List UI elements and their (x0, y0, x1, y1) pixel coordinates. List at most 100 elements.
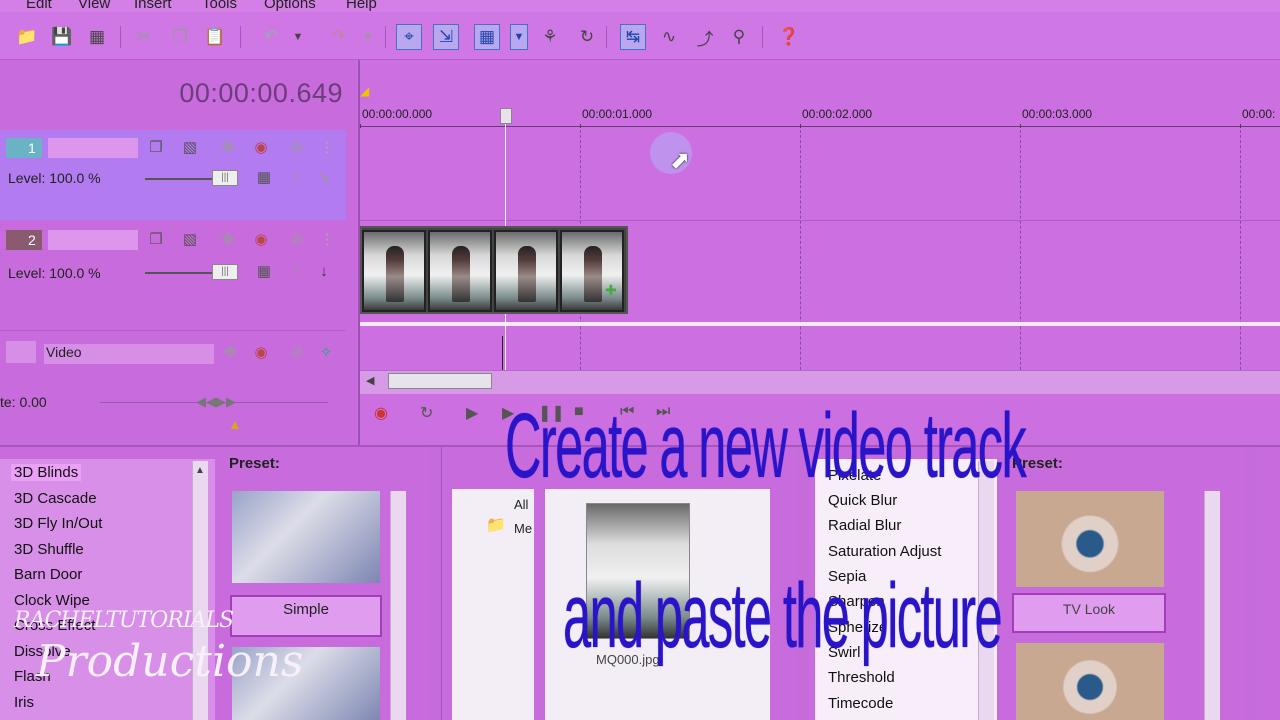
video-track-header-2[interactable]: 2 ❐ ▧ ✥ ◉ ⊘ ⋮ Level: 100.0 % ||| ▦ ↑ ↓ (0, 220, 346, 320)
motion-icon[interactable]: ❐ (146, 138, 166, 158)
track-name-input-2[interactable] (48, 230, 138, 250)
menu-help[interactable]: Help (346, 0, 377, 12)
solo-icon[interactable]: ⊘ (287, 138, 307, 158)
transition-item[interactable]: 3D Blinds (11, 464, 82, 481)
level-slider-2[interactable]: ||| (212, 264, 238, 280)
track-level-label-1: Level: 100.0 % (8, 170, 101, 186)
fx-preset-thumbnail[interactable] (1016, 643, 1164, 720)
save-icon[interactable]: 💾 (49, 24, 75, 50)
compositing-icon[interactable]: ✥ (220, 343, 240, 363)
transition-item[interactable]: 3D Shuffle (14, 541, 84, 558)
track-fx-icon[interactable]: ▧ (180, 230, 200, 250)
preset-item-simple[interactable]: Simple (230, 595, 382, 637)
scroll-left-icon[interactable]: ◀ (366, 374, 374, 387)
fx-presets-scrollbar[interactable] (1204, 491, 1220, 720)
clip-thumbnail (428, 230, 492, 312)
make-child-icon[interactable]: ↘ (314, 168, 334, 188)
tree-item-me[interactable]: Me (514, 521, 532, 536)
video-bus-label: Video (44, 344, 214, 364)
selection-tool-icon[interactable]: ⤴ (692, 24, 718, 50)
ignore-grouping-icon[interactable]: ▦ (474, 24, 500, 50)
motion-icon[interactable]: ❐ (146, 230, 166, 250)
caption-line-1: Create a new video track (505, 395, 1027, 497)
composite-mode-icon[interactable]: ▦ (254, 262, 274, 282)
playhead-handle[interactable] (500, 108, 512, 124)
timeline-scroll-thumb[interactable] (388, 373, 492, 389)
presets-scrollbar[interactable] (390, 491, 406, 720)
more-icon[interactable]: ⋮ (317, 230, 337, 250)
lock-envelopes-icon[interactable]: ⇲ (433, 24, 459, 50)
mouse-pointer-icon: ⬈ (670, 147, 691, 174)
ruler-tick (580, 124, 581, 128)
loop-playback-icon[interactable]: ↻ (420, 403, 433, 423)
auto-ripple-icon[interactable]: ⌖ (396, 24, 422, 50)
watermark-line-1: RACHELTUTORIALS (14, 608, 234, 633)
normal-edit-tool-icon[interactable]: ↹ (620, 24, 646, 50)
whats-this-help-icon[interactable]: ❓ (776, 24, 802, 50)
toolbar-divider (385, 26, 386, 48)
transition-item[interactable]: Barn Door (14, 566, 82, 583)
menu-view[interactable]: View (78, 0, 110, 12)
open-folder-icon[interactable]: 📁 (14, 24, 40, 50)
play-from-start-icon[interactable]: ▶ (466, 403, 478, 423)
track-name-input-1[interactable] (48, 138, 138, 158)
mute-icon[interactable]: ◉ (251, 343, 271, 363)
transition-item[interactable]: Iris (14, 694, 34, 711)
make-child-icon[interactable]: ↓ (314, 262, 334, 282)
clip-thumbnail (494, 230, 558, 312)
properties-icon[interactable]: ▦ (84, 24, 110, 50)
menu-options[interactable]: Options (264, 0, 316, 12)
undo-dropdown-icon[interactable]: ▼ (290, 24, 306, 50)
menu-edit[interactable]: Edit (26, 0, 52, 12)
video-bus-header[interactable]: Video ✥ ◉ ⊘ ✧ (0, 330, 346, 372)
make-parent-icon[interactable]: ↑ (286, 262, 306, 282)
envelope-tool-icon[interactable]: ∿ (656, 24, 682, 50)
make-parent-icon[interactable]: ↑ (286, 168, 306, 188)
timeline-scrollbar[interactable] (360, 370, 1280, 394)
scroll-up-icon[interactable]: ▲ (195, 465, 205, 476)
bus-fx-icon[interactable]: ✧ (316, 343, 336, 363)
paste-icon[interactable]: 📋 (202, 24, 228, 50)
transition-item[interactable]: 3D Fly In/Out (14, 515, 102, 532)
fx-preset-item[interactable]: TV Look (1012, 593, 1166, 633)
snapping-icon[interactable]: ⚘ (537, 24, 563, 50)
rate-slider[interactable]: ◀◀▶▶ (196, 394, 236, 410)
video-track-header-1[interactable]: 1 ❐ ▧ ✥ ◉ ⊘ ⋮ Level: 100.0 % ||| ▦ ↑ ↘ (0, 130, 346, 220)
ruler-tick (1020, 124, 1021, 128)
tree-item-all[interactable]: All (514, 497, 528, 512)
track-fx-icon[interactable]: ▧ (180, 138, 200, 158)
preset-thumbnail[interactable] (232, 491, 380, 583)
redo-dropdown-icon[interactable]: ▼ (360, 24, 376, 50)
compositing-icon[interactable]: ✥ (218, 138, 238, 158)
timeline-area[interactable]: ◢ 00:00:00.000 00:00:01.000 00:00:02.000… (358, 60, 1280, 445)
fx-item[interactable]: Radial Blur (828, 517, 901, 534)
copy-icon[interactable]: ❐ (167, 24, 193, 50)
redo-icon[interactable]: ↷ (326, 24, 352, 50)
solo-icon[interactable]: ⊘ (287, 343, 307, 363)
menu-tools[interactable]: Tools (202, 0, 237, 12)
record-icon[interactable]: ◉ (374, 403, 388, 423)
level-slider-1[interactable]: ||| (212, 170, 238, 186)
composite-mode-icon[interactable]: ▦ (254, 168, 274, 188)
fx-item[interactable]: Threshold (828, 669, 895, 686)
mute-icon[interactable]: ◉ (251, 230, 271, 250)
track-number-2: 2 (6, 230, 42, 250)
solo-icon[interactable]: ⊘ (287, 230, 307, 250)
fx-item[interactable]: Timecode (828, 695, 893, 712)
cut-icon[interactable]: ✂ (131, 24, 157, 50)
fx-preset-thumbnail[interactable] (1016, 491, 1164, 587)
fx-item[interactable]: Saturation Adjust (828, 543, 941, 560)
menu-insert[interactable]: Insert (134, 0, 172, 12)
ripple-mode-dropdown-icon[interactable]: ▼ (510, 24, 528, 50)
loop-icon[interactable]: ↻ (574, 24, 600, 50)
transition-item[interactable]: 3D Cascade (14, 490, 97, 507)
dock-handle[interactable] (1244, 447, 1258, 720)
event-fx-icon[interactable]: ✚ (605, 282, 617, 299)
compositing-icon[interactable]: ✥ (218, 230, 238, 250)
transition-item[interactable]: Clock Wipe (14, 592, 90, 609)
zoom-tool-icon[interactable]: ⚲ (726, 24, 752, 50)
explorer-dock-handle[interactable] (428, 447, 442, 720)
mute-icon[interactable]: ◉ (251, 138, 271, 158)
more-icon[interactable]: ⋮ (317, 138, 337, 158)
undo-icon[interactable]: ↶ (258, 24, 284, 50)
